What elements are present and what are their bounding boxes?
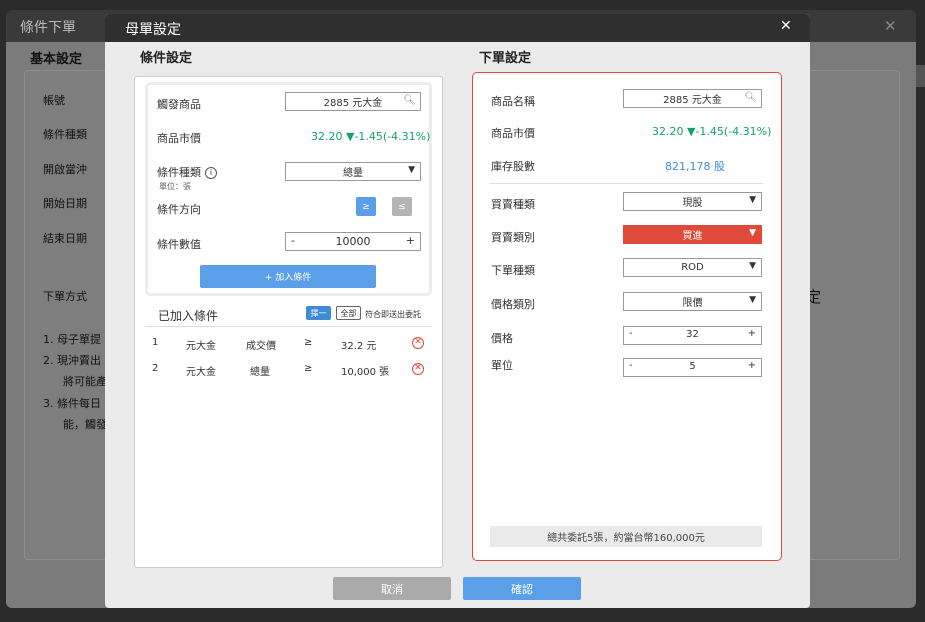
cancel-button[interactable]: 取消 bbox=[333, 577, 451, 600]
condition-type-value: 總量 bbox=[343, 168, 363, 179]
background-close-icon[interactable]: ✕ bbox=[884, 17, 897, 35]
order-name-input[interactable]: 2885 元大金 🔍︎ bbox=[623, 89, 762, 108]
bg-note-1: 1. 母子單提 bbox=[43, 333, 101, 346]
unit-label: 單位 bbox=[491, 359, 513, 372]
bg-note-2b: 將可能產 bbox=[63, 375, 107, 388]
trade-type-label: 買賣種類 bbox=[491, 198, 535, 211]
plus-icon[interactable]: + bbox=[748, 328, 756, 339]
row-op: ≥ bbox=[304, 363, 313, 374]
order-price-label: 商品市價 bbox=[491, 127, 535, 140]
match-desc: 符合即送出委託 bbox=[365, 310, 421, 319]
bg-note-3b: 能，觸發 bbox=[63, 418, 107, 431]
order-summary: 總共委託5張，約當台幣160,000元 bbox=[490, 526, 762, 547]
order-section-title: 下單設定 bbox=[479, 51, 532, 66]
modal-title: 母單設定 bbox=[125, 22, 181, 38]
divider bbox=[489, 183, 763, 184]
confirm-button[interactable]: 確認 bbox=[463, 577, 581, 600]
bg-label-start-date: 開始日期 bbox=[43, 197, 87, 210]
order-price-value: 32.20 ▼-1.45(-4.31%) bbox=[652, 125, 772, 138]
condition-price-value: 32.20 ▼-1.45(-4.31%) bbox=[311, 130, 431, 143]
price-input-value: 32 bbox=[686, 329, 699, 340]
match-any-tag[interactable]: 擇一 bbox=[306, 306, 331, 320]
row-value: 32.2 元 bbox=[341, 341, 377, 352]
row-op: ≥ bbox=[304, 337, 313, 348]
modal-close-icon[interactable]: ✕ bbox=[780, 18, 792, 34]
background-section-title: 基本設定 bbox=[30, 52, 83, 67]
plus-icon[interactable]: + bbox=[748, 360, 756, 371]
condition-price-change: ▼-1.45(-4.31%) bbox=[346, 130, 431, 143]
background-scrollbar[interactable] bbox=[916, 65, 925, 87]
bg-label-daytrade: 開啟當沖 bbox=[43, 163, 87, 176]
stock-value: 821,178 股 bbox=[665, 160, 725, 173]
trade-type-select[interactable]: 現股 ▼ bbox=[623, 192, 762, 211]
unit-value[interactable]: 5 bbox=[624, 361, 761, 372]
row-product: 元大金 bbox=[186, 341, 216, 352]
trigger-product-input[interactable]: 2885 元大金 🔍︎ bbox=[285, 92, 421, 111]
added-conditions-title: 已加入條件 bbox=[158, 309, 219, 323]
order-type-value: ROD bbox=[681, 262, 704, 273]
row-field[interactable]: 總量 bbox=[250, 363, 270, 378]
divider bbox=[145, 326, 432, 327]
bg-label-account: 帳號 bbox=[43, 94, 65, 107]
condition-direction-label: 條件方向 bbox=[157, 203, 201, 216]
plus-icon[interactable]: + bbox=[406, 234, 415, 247]
stock-label: 庫存股數 bbox=[491, 160, 535, 173]
trade-type-value: 現股 bbox=[682, 198, 703, 209]
side-select[interactable]: 買進 ▼ bbox=[623, 225, 762, 244]
delete-condition-icon[interactable]: ✕ bbox=[412, 363, 424, 375]
row-field[interactable]: 成交價 bbox=[246, 337, 276, 352]
condition-value-label: 條件數值 bbox=[157, 238, 201, 251]
unit-stepper[interactable]: - 5 + bbox=[623, 358, 762, 377]
delete-condition-icon[interactable]: ✕ bbox=[412, 337, 424, 349]
price-type-select[interactable]: 限價 ▼ bbox=[623, 292, 762, 311]
price-input-label: 價格 bbox=[491, 332, 513, 345]
background-title: 條件下單 bbox=[20, 20, 76, 36]
side-value: 買進 bbox=[682, 231, 703, 242]
bg-note-3: 3. 條件每日 bbox=[43, 397, 101, 410]
chevron-down-icon: ▼ bbox=[749, 261, 756, 271]
bg-label-order-mode: 下單方式 bbox=[43, 290, 87, 303]
order-name-label: 商品名稱 bbox=[491, 95, 535, 108]
bg-note-2: 2. 現沖賣出 bbox=[43, 354, 101, 367]
condition-price-label: 商品市價 bbox=[157, 132, 201, 145]
row-value: 10,000 張 bbox=[341, 367, 390, 378]
order-panel bbox=[472, 72, 782, 561]
condition-section-title: 條件設定 bbox=[140, 51, 193, 66]
condition-type-unit: 單位：張 bbox=[159, 182, 191, 191]
search-icon[interactable]: 🔍︎ bbox=[744, 92, 757, 103]
parent-order-modal: 母單設定 ✕ 條件設定 觸發商品 2885 元大金 🔍︎ 商品市價 32.20 … bbox=[105, 14, 810, 608]
price-stepper[interactable]: - 32 + bbox=[623, 326, 762, 345]
chevron-down-icon: ▼ bbox=[749, 195, 756, 205]
add-condition-button[interactable]: + 加入條件 bbox=[200, 265, 376, 288]
info-icon[interactable]: i bbox=[205, 167, 217, 179]
condition-value: 10000 bbox=[335, 235, 371, 248]
match-all-tag[interactable]: 全部 bbox=[336, 306, 361, 320]
order-price-change: ▼-1.45(-4.31%) bbox=[687, 125, 772, 138]
order-name-value: 2885 元大金 bbox=[663, 95, 722, 106]
row-no: 1 bbox=[152, 337, 159, 348]
search-icon[interactable]: 🔍︎ bbox=[403, 95, 416, 106]
chevron-down-icon: ▼ bbox=[749, 295, 756, 305]
trigger-product-label: 觸發商品 bbox=[157, 98, 201, 111]
bg-label-cond-type: 條件種類 bbox=[43, 128, 87, 141]
condition-type-select[interactable]: 總量 ▼ bbox=[285, 162, 421, 181]
order-type-select[interactable]: ROD ▼ bbox=[623, 258, 762, 277]
direction-ge-button[interactable]: ≥ bbox=[356, 197, 376, 216]
chevron-down-icon: ▼ bbox=[749, 228, 756, 238]
bg-label-end-date: 結束日期 bbox=[43, 232, 87, 245]
side-label: 買賣類別 bbox=[491, 231, 535, 244]
chevron-down-icon: ▼ bbox=[408, 165, 415, 175]
condition-type-label: 條件種類 i bbox=[157, 164, 217, 180]
order-type-label: 下單種類 bbox=[491, 264, 535, 277]
direction-le-button[interactable]: ≤ bbox=[392, 197, 412, 216]
price-type-label: 價格類別 bbox=[491, 298, 535, 311]
trigger-product-value: 2885 元大金 bbox=[323, 98, 383, 109]
condition-value-stepper[interactable]: - 10000 + bbox=[285, 232, 421, 251]
price-type-value: 限價 bbox=[682, 298, 703, 309]
row-no: 2 bbox=[152, 363, 159, 374]
modal-header bbox=[105, 14, 810, 42]
row-product: 元大金 bbox=[186, 367, 216, 378]
